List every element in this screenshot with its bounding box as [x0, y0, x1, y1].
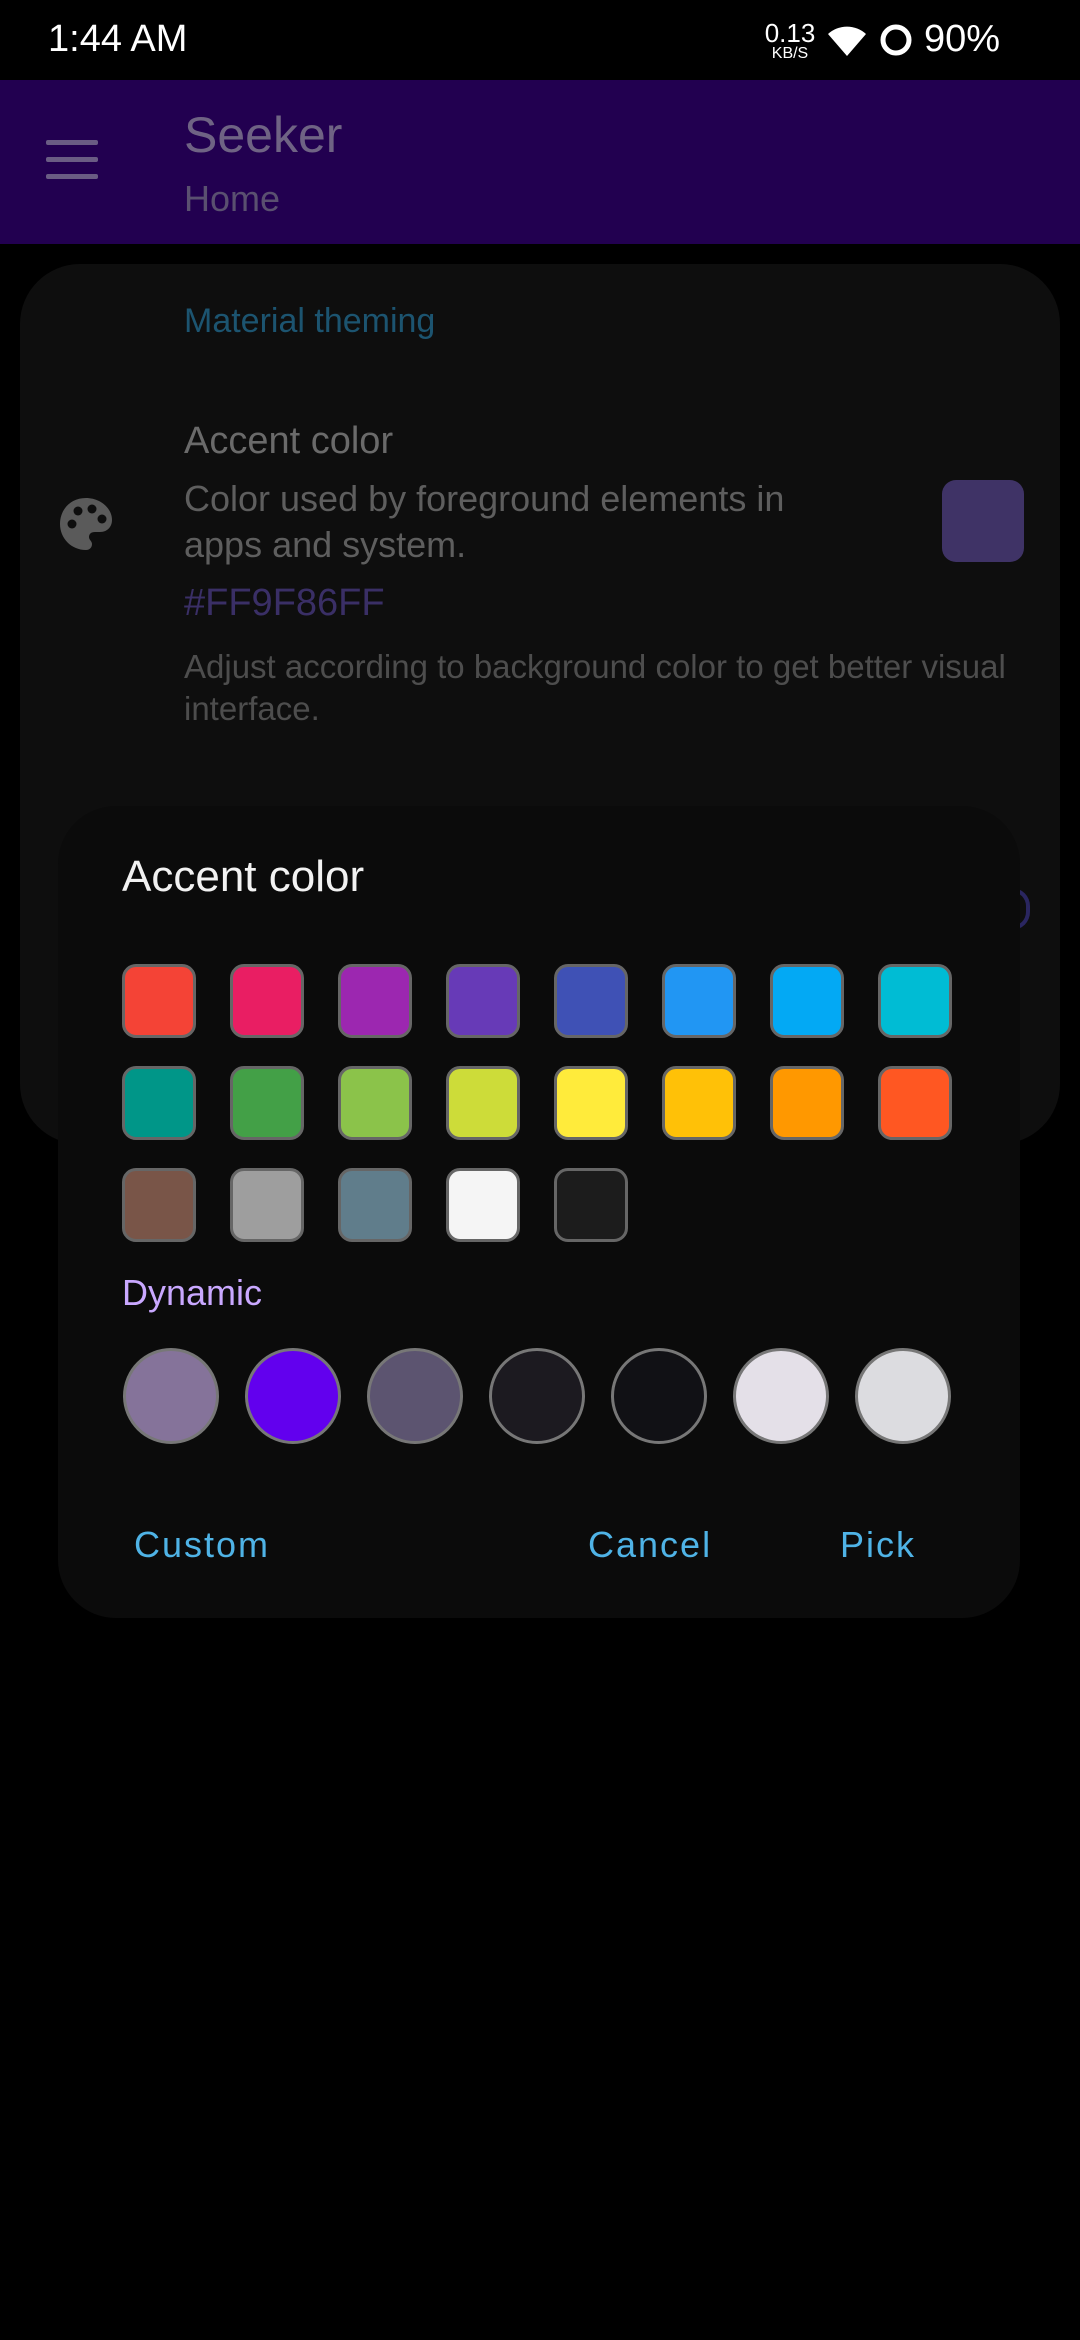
app-toolbar: Seeker Home — [0, 80, 1080, 244]
color-swatch[interactable] — [230, 1066, 304, 1140]
status-bar: 1:44 AM 0.13 KB/S 90% — [0, 0, 1080, 80]
palette-icon — [60, 498, 112, 550]
accent-color-title[interactable]: Accent color — [184, 420, 393, 463]
dynamic-color-swatch[interactable] — [489, 1348, 585, 1444]
app-title: Seeker — [184, 107, 343, 163]
network-speed-value: 0.13 — [764, 18, 816, 48]
color-swatch[interactable] — [662, 1066, 736, 1140]
color-swatch[interactable] — [122, 964, 196, 1038]
color-swatch[interactable] — [230, 1168, 304, 1242]
color-swatch[interactable] — [662, 964, 736, 1038]
color-swatch[interactable] — [338, 1066, 412, 1140]
color-swatch[interactable] — [554, 964, 628, 1038]
color-swatch[interactable] — [446, 1066, 520, 1140]
cancel-button[interactable]: Cancel — [588, 1524, 712, 1566]
dynamic-color-swatch[interactable] — [245, 1348, 341, 1444]
accent-color-hex: #FF9F86FF — [184, 582, 385, 624]
dialog-title: Accent color — [122, 852, 365, 901]
battery-saver-icon — [880, 24, 912, 56]
color-swatch[interactable] — [554, 1066, 628, 1140]
dynamic-color-swatch[interactable] — [611, 1348, 707, 1444]
color-swatch[interactable] — [446, 964, 520, 1038]
custom-button[interactable]: Custom — [134, 1524, 270, 1566]
accent-color-note: Adjust according to background color to … — [184, 648, 1006, 727]
accent-color-dialog — [58, 806, 1020, 1618]
dynamic-color-swatch[interactable] — [367, 1348, 463, 1444]
dynamic-color-swatch[interactable] — [855, 1348, 951, 1444]
dynamic-color-swatch[interactable] — [123, 1348, 219, 1444]
color-swatch[interactable] — [338, 1168, 412, 1242]
color-swatch[interactable] — [446, 1168, 520, 1242]
color-swatch[interactable] — [122, 1168, 196, 1242]
status-time: 1:44 AM — [48, 18, 188, 60]
section-title: Material theming — [184, 302, 436, 340]
network-speed: 0.13 KB/S — [762, 20, 818, 62]
dynamic-label: Dynamic — [122, 1272, 263, 1313]
color-swatch[interactable] — [338, 964, 412, 1038]
color-swatch[interactable] — [230, 964, 304, 1038]
color-swatch[interactable] — [770, 1066, 844, 1140]
color-swatch[interactable] — [878, 1066, 952, 1140]
wifi-icon — [828, 26, 866, 56]
app-subtitle: Home — [184, 178, 281, 219]
color-swatch[interactable] — [122, 1066, 196, 1140]
pick-button[interactable]: Pick — [840, 1524, 916, 1566]
accent-color-description: Color used by foreground elements in app… — [184, 478, 785, 565]
color-swatch[interactable] — [770, 964, 844, 1038]
menu-icon[interactable] — [46, 140, 98, 180]
battery-percent: 90% — [924, 18, 1001, 60]
accent-color-preview[interactable] — [942, 480, 1024, 562]
dynamic-color-swatch[interactable] — [733, 1348, 829, 1444]
color-swatch[interactable] — [554, 1168, 628, 1242]
color-swatch[interactable] — [878, 964, 952, 1038]
network-speed-unit: KB/S — [771, 45, 809, 62]
